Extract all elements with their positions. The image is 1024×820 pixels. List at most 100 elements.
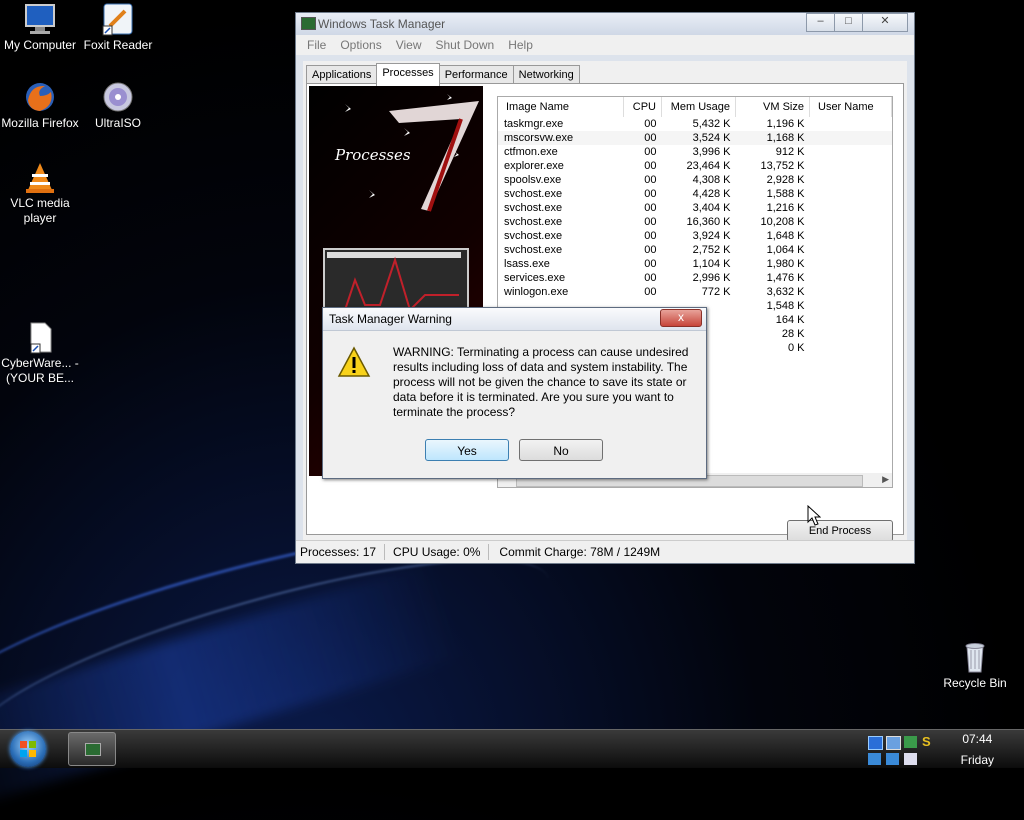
cell-vm-size: 0 K: [787, 342, 805, 354]
task-manager-icon: [301, 17, 316, 30]
column-header-vm-size[interactable]: VM Size: [735, 97, 810, 117]
status-processes: Processes: 17: [296, 544, 386, 560]
cell-mem-usage: 4,428 K: [692, 188, 731, 200]
menu-shut-down[interactable]: Shut Down: [429, 35, 502, 55]
cell-user-name: [810, 257, 892, 271]
cell-vm-size: 10,208 K: [760, 216, 805, 228]
cell-user-name: [810, 313, 892, 327]
scroll-right-arrow-icon[interactable]: ▶: [882, 474, 889, 485]
cell-mem-usage: 772 K: [701, 286, 731, 298]
maximize-button[interactable]: □: [834, 13, 863, 32]
tray-icon-1[interactable]: [868, 753, 881, 765]
cell-vm-size: 1,588 K: [766, 188, 805, 200]
menu-view[interactable]: View: [389, 35, 429, 55]
column-header-cpu[interactable]: CPU: [623, 97, 662, 117]
desktop-icon-my-computer[interactable]: My Computer: [0, 2, 80, 53]
tab-processes[interactable]: Processes: [376, 63, 440, 86]
cell-cpu: 00: [644, 174, 657, 186]
cell-vm-size: 1,216 K: [766, 202, 805, 214]
task-manager-icon: [85, 743, 101, 756]
table-row[interactable]: taskmgr.exe 00 5,432 K 1,196 K: [498, 117, 892, 131]
cell-vm-size: 28 K: [781, 328, 805, 340]
tray-icon-3[interactable]: [904, 753, 917, 765]
cell-user-name: [810, 299, 892, 313]
cell-vm-size: 3,632 K: [766, 286, 805, 298]
no-button[interactable]: No: [519, 439, 603, 461]
menu-help[interactable]: Help: [501, 35, 540, 55]
table-row[interactable]: svchost.exe 00 16,360 K 10,208 K: [498, 215, 892, 229]
table-row[interactable]: spoolsv.exe 00 4,308 K 2,928 K: [498, 173, 892, 187]
desktop-icon-label: Mozilla Firefox: [1, 116, 79, 130]
clock[interactable]: 07:44 Friday: [961, 732, 994, 768]
desktop-icon-cyberware[interactable]: CyberWare... - (YOUR BE...: [0, 320, 80, 386]
cell-vm-size: 1,168 K: [735, 131, 810, 145]
table-row[interactable]: services.exe 00 2,996 K 1,476 K: [498, 271, 892, 285]
clock-day: Friday: [960, 753, 994, 767]
cell-vm-size: 1,980 K: [766, 258, 805, 270]
close-button[interactable]: ✕: [862, 13, 908, 32]
desktop-icon-recycle-bin[interactable]: Recycle Bin: [935, 640, 1015, 691]
desktop-icon-firefox[interactable]: Mozilla Firefox: [0, 80, 80, 131]
table-row[interactable]: mscorsvw.exe 00 3,524 K 1,168 K: [498, 131, 892, 145]
desktop-icon-label: Recycle Bin: [943, 676, 1007, 690]
dialog-close-button[interactable]: x: [660, 309, 702, 327]
cell-user-name: [810, 285, 892, 299]
table-row[interactable]: svchost.exe 00 3,924 K 1,648 K: [498, 229, 892, 243]
tray-icon-2[interactable]: [886, 753, 899, 765]
warning-icon: [337, 346, 371, 377]
column-header-image-name[interactable]: Image Name: [498, 97, 624, 117]
cell-cpu: 00: [644, 118, 657, 130]
vlc-icon: [23, 160, 57, 194]
cell-vm-size: 1,196 K: [766, 118, 805, 130]
cell-cpu: 00: [644, 202, 657, 214]
menu-file[interactable]: File: [300, 35, 333, 55]
desktop-icon-vlc[interactable]: VLC media player: [0, 160, 80, 226]
tray-icon-display[interactable]: [886, 736, 901, 750]
table-row[interactable]: winlogon.exe 00 772 K 3,632 K: [498, 285, 892, 299]
menu-options[interactable]: Options: [333, 35, 388, 55]
tray-icon-network[interactable]: [868, 736, 883, 750]
system-tray: S: [866, 734, 936, 766]
process-list-header: Image Name CPU Mem Usage VM Size User Na…: [498, 97, 892, 117]
cell-vm-size: 1,064 K: [766, 244, 805, 256]
start-button[interactable]: [10, 731, 46, 767]
clock-time: 07:44: [962, 732, 993, 746]
cell-image-name: lsass.exe: [504, 258, 550, 270]
cell-cpu: 00: [644, 160, 657, 172]
cell-user-name: [810, 327, 892, 341]
tray-icon-s[interactable]: S: [922, 735, 935, 748]
yes-button[interactable]: Yes: [425, 439, 509, 461]
cell-cpu: 00: [644, 286, 657, 298]
status-bar: Processes: 17 CPU Usage: 0% Commit Charg…: [296, 540, 914, 563]
table-row[interactable]: svchost.exe 00 3,404 K 1,216 K: [498, 201, 892, 215]
column-header-mem-usage[interactable]: Mem Usage: [661, 97, 736, 117]
cell-user-name: [810, 229, 892, 243]
dialog-title-bar[interactable]: Task Manager Warning x: [323, 308, 706, 331]
recycle-bin-icon: [958, 640, 992, 674]
minimize-button[interactable]: –: [806, 13, 835, 32]
star-icons: [345, 94, 459, 198]
status-cpu-usage: CPU Usage: 0%: [385, 544, 490, 560]
cell-user-name: [810, 243, 892, 257]
firefox-icon: [23, 80, 57, 114]
column-header-user-name[interactable]: User Name: [809, 97, 892, 117]
cell-vm-size: 1,476 K: [766, 272, 805, 284]
tray-icon-green[interactable]: [904, 736, 917, 748]
table-row[interactable]: svchost.exe 00 2,752 K 1,064 K: [498, 243, 892, 257]
table-row[interactable]: ctfmon.exe 00 3,996 K 912 K: [498, 145, 892, 159]
table-row[interactable]: lsass.exe 00 1,104 K 1,980 K: [498, 257, 892, 271]
cell-mem-usage: 4,308 K: [692, 174, 731, 186]
status-commit-charge: Commit Charge: 78M / 1249M: [499, 545, 661, 559]
taskbar: S 07:44 Friday: [0, 729, 1024, 768]
table-row[interactable]: explorer.exe 00 23,464 K 13,752 K: [498, 159, 892, 173]
desktop-icon-label: UltraISO: [94, 116, 141, 130]
windows-logo-icon: [20, 741, 36, 757]
taskbar-task-manager-button[interactable]: [68, 732, 116, 766]
table-row[interactable]: svchost.exe 00 4,428 K 1,588 K: [498, 187, 892, 201]
end-process-button[interactable]: End Process: [787, 520, 893, 542]
window-title: Windows Task Manager: [318, 17, 446, 31]
desktop-icon-foxit-reader[interactable]: Foxit Reader: [78, 2, 158, 53]
title-bar[interactable]: Windows Task Manager – □ ✕: [296, 13, 914, 35]
desktop-icon-ultraiso[interactable]: UltraISO: [78, 80, 158, 131]
cell-image-name: svchost.exe: [504, 188, 563, 200]
